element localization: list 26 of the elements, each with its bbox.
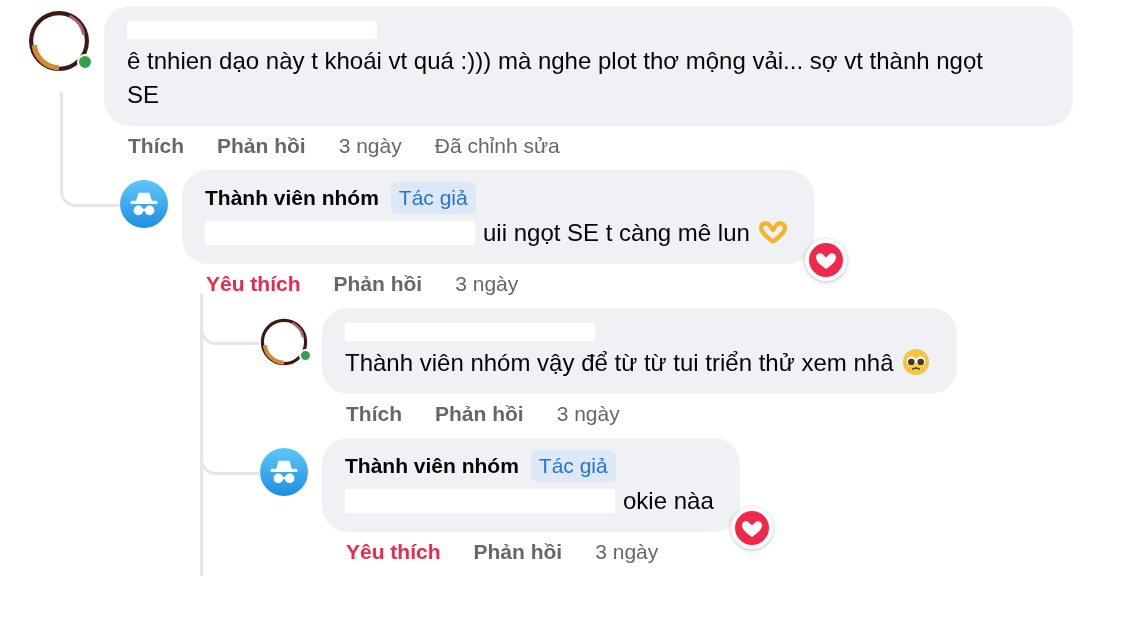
comment-action-link[interactable]: Phản hồi xyxy=(435,402,524,426)
comment-time[interactable]: 3 ngày xyxy=(595,540,659,564)
edited-label: Đã chỉnh sửa xyxy=(434,134,560,158)
comment-action-link[interactable]: Phản hồi xyxy=(473,540,563,564)
comment-action-link[interactable]: Phản hồi xyxy=(333,272,423,296)
comment-text: ê tnhien dạo này t khoái vt quá :))) mà nghe plot thơ mộng vải... sợ vt thành ngọt SE xyxy=(127,47,983,108)
comment-text: Thành viên nhóm vậy để từ từ tui triển thử xem nhâ xyxy=(345,349,894,376)
author-name[interactable]: Thành viên nhóm xyxy=(205,186,379,210)
author-badge: Tác giả xyxy=(530,450,616,482)
author-name[interactable]: Thành viên nhóm xyxy=(345,454,519,478)
comment-time[interactable]: 3 ngày xyxy=(455,272,519,296)
comment-action-link[interactable]: Thích xyxy=(128,134,184,158)
anonymous-avatar-icon[interactable] xyxy=(120,180,168,228)
comment-text: okie nàa xyxy=(623,487,714,514)
heart-hands-icon xyxy=(757,218,788,246)
comment-time[interactable]: 3 ngày xyxy=(556,402,620,426)
comment-action-link[interactable]: Yêu thích xyxy=(346,540,441,564)
comment-text: uii ngọt SE t càng mê lun xyxy=(483,219,750,246)
anonymous-avatar-icon[interactable] xyxy=(260,448,308,496)
author-badge: Tác giả xyxy=(390,182,476,214)
comment-action-link[interactable]: Phản hồi xyxy=(217,134,306,158)
comment-action-link[interactable]: Yêu thích xyxy=(206,272,301,296)
pleading-face-icon xyxy=(901,348,932,376)
comment-time[interactable]: 3 ngày xyxy=(338,134,402,158)
thread-connector xyxy=(60,156,119,207)
comment-action-link[interactable]: Thích xyxy=(346,402,402,426)
